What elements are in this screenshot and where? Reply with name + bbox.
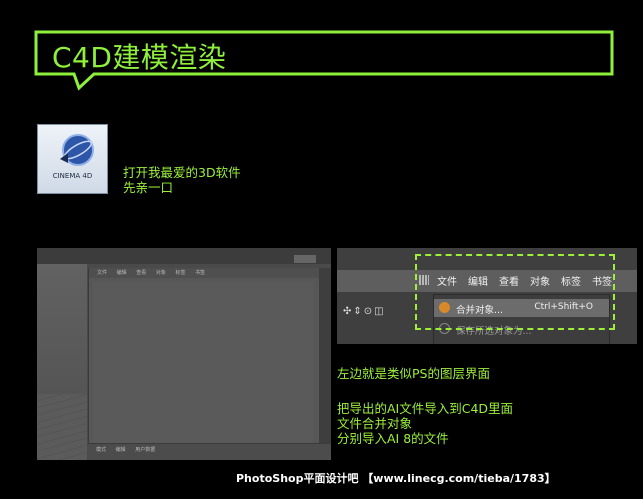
cinema4d-logo-icon xyxy=(60,134,94,166)
om-menu-file[interactable]: 文件 xyxy=(97,268,107,278)
om-menu-object[interactable]: 对象 xyxy=(156,268,166,278)
side-tab-strip[interactable] xyxy=(319,268,331,460)
viewport-grid xyxy=(37,394,87,460)
page-title: C4D建模渲染 xyxy=(52,41,227,74)
am-menu-mode[interactable]: 模式 xyxy=(96,444,106,456)
intro-line-2: 先亲一口 xyxy=(123,180,174,195)
toolbar-icons[interactable]: ✣⇕⊙◫ xyxy=(343,306,386,317)
footer-watermark: PhotoShop平面设计吧 【www.linecg.com/tieba/178… xyxy=(236,472,556,485)
object-manager-menu: 文件 编辑 查看 对象 标签 书签 xyxy=(89,268,319,278)
note-line-2: 把导出的AI文件导入到C4D里面 xyxy=(337,401,514,416)
note-line-4: 分别导入AI 8的文件 xyxy=(337,431,449,446)
editor-header-field xyxy=(294,255,316,263)
highlight-dashed-box xyxy=(415,254,615,330)
editor-top-bar xyxy=(37,248,331,264)
note-line-3: 文件合并对象 xyxy=(337,416,413,431)
om-menu-tag[interactable]: 标签 xyxy=(175,268,185,278)
om-menu-bookmark[interactable]: 书签 xyxy=(195,268,205,278)
note-layers: 左边就是类似PS的图层界面 xyxy=(337,366,490,381)
om-menu-edit[interactable]: 编辑 xyxy=(117,268,127,278)
notes-block: 把导出的AI文件导入到C4D里面 文件合并对象 分别导入AI 8的文件 xyxy=(337,401,513,446)
object-list-area xyxy=(93,282,313,452)
object-manager-panel: 文件 编辑 查看 对象 标签 书签 xyxy=(88,268,319,460)
cinema4d-icon[interactable]: CINEMA 4D xyxy=(37,124,108,194)
viewport xyxy=(37,264,87,460)
om-menu-view[interactable]: 查看 xyxy=(136,268,146,278)
am-menu-edit[interactable]: 编辑 xyxy=(116,444,126,456)
cinema4d-label: CINEMA 4D xyxy=(52,172,93,180)
attribute-manager-bar: 模式 编辑 用户数据 xyxy=(88,443,331,460)
intro-line-1: 打开我最爱的3D软件 xyxy=(123,165,241,180)
intro-text: 打开我最爱的3D软件 先亲一口 xyxy=(123,165,241,195)
file-menu-screenshot: 文件 编辑 查看 对象 标签 书签 ✣⇕⊙◫ 合并对象... Ctrl+Shif… xyxy=(337,248,637,344)
title-banner: C4D建模渲染 xyxy=(34,30,614,91)
c4d-editor-screenshot: 文件 编辑 查看 对象 标签 书签 模式 编辑 用户数据 xyxy=(37,248,331,460)
am-menu-userdata[interactable]: 用户数据 xyxy=(135,444,155,456)
